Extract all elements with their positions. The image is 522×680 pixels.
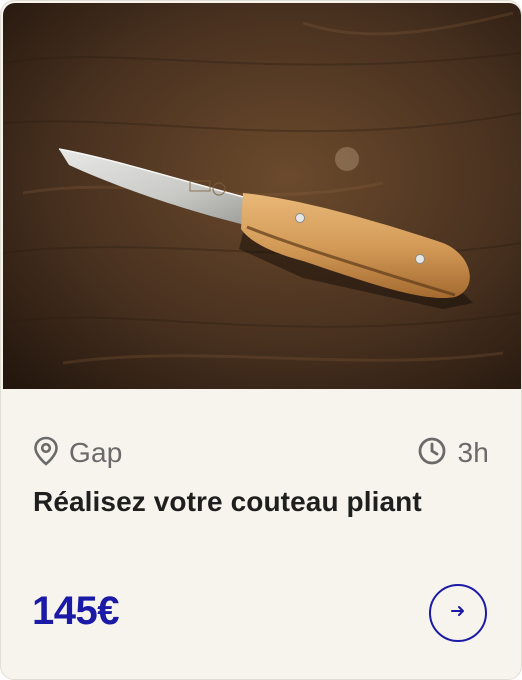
location-label: Gap — [69, 437, 123, 468]
meta-row: Gap 3h — [33, 433, 489, 473]
workshop-photo — [3, 3, 521, 389]
workshop-card[interactable]: Gap 3h Réalisez votre couteau pliant 145… — [0, 0, 522, 680]
duration: 3h — [417, 436, 489, 471]
arrow-right-icon — [450, 604, 466, 623]
view-workshop-button[interactable] — [429, 584, 487, 642]
workshop-title: Réalisez votre couteau pliant — [33, 486, 422, 517]
location: Gap — [33, 436, 123, 471]
duration-label: 3h — [457, 437, 489, 468]
price: 145€ — [32, 589, 119, 633]
map-pin-icon — [33, 436, 59, 471]
clock-icon — [417, 436, 447, 471]
